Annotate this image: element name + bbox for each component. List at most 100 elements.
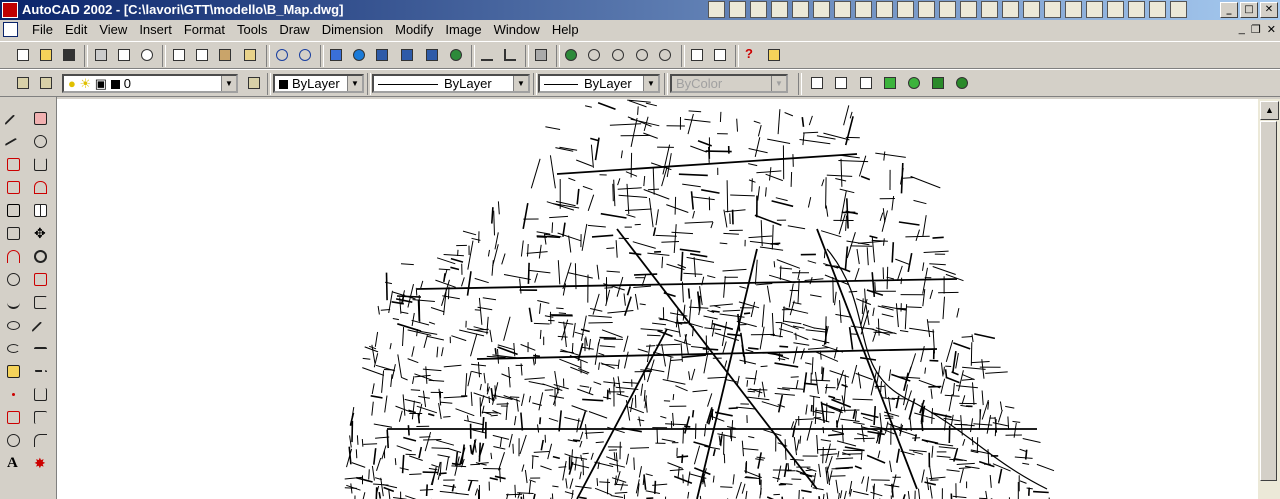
today-icon[interactable] <box>350 46 368 64</box>
polyline-icon[interactable] <box>1 153 27 176</box>
snapshot-icon[interactable] <box>423 46 441 64</box>
tray-app-icon[interactable] <box>792 1 809 18</box>
new-icon[interactable] <box>14 46 32 64</box>
hatch-icon[interactable] <box>1 406 27 429</box>
layer-manager-icon[interactable] <box>14 74 32 92</box>
scene-icon[interactable] <box>832 74 850 92</box>
chevron-down-icon[interactable]: ▼ <box>513 76 528 91</box>
doc-close-button[interactable]: ✕ <box>1267 23 1276 36</box>
vertical-scrollbar[interactable]: ▲ <box>1258 99 1280 499</box>
trim-icon[interactable] <box>28 337 54 360</box>
document-icon[interactable] <box>3 22 18 37</box>
adcenter-icon[interactable] <box>711 46 729 64</box>
tray-app-icon[interactable] <box>876 1 893 18</box>
tray-app-icon[interactable] <box>939 1 956 18</box>
tray-app-icon[interactable] <box>1149 1 1166 18</box>
print-preview-icon[interactable] <box>115 46 133 64</box>
tray-app-icon[interactable] <box>981 1 998 18</box>
zoom-realtime-icon[interactable] <box>585 46 603 64</box>
drawing-canvas[interactable] <box>57 99 1258 499</box>
tray-app-icon[interactable] <box>960 1 977 18</box>
fillet-icon[interactable] <box>28 429 54 452</box>
extensions-icon[interactable] <box>765 46 783 64</box>
layer-previous-icon[interactable] <box>245 74 263 92</box>
spline-icon[interactable] <box>1 291 27 314</box>
scroll-thumb[interactable] <box>1260 121 1277 481</box>
tool-palette-icon[interactable] <box>398 46 416 64</box>
tray-app-icon[interactable] <box>855 1 872 18</box>
rotate-icon[interactable] <box>28 245 54 268</box>
insert-block-icon[interactable] <box>1 360 27 383</box>
autocad-app-icon[interactable] <box>2 2 18 18</box>
rectangle-icon[interactable] <box>1 222 27 245</box>
arc-icon[interactable] <box>1 245 27 268</box>
tray-app-icon[interactable] <box>1002 1 1019 18</box>
sphere-icon[interactable] <box>905 74 923 92</box>
pan-icon[interactable] <box>562 46 580 64</box>
region-icon[interactable] <box>1 429 27 452</box>
offset-icon[interactable] <box>28 176 54 199</box>
tray-app-icon[interactable] <box>1170 1 1187 18</box>
ellipse-arc-icon[interactable] <box>1 337 27 360</box>
point-icon[interactable] <box>1 383 27 406</box>
stretch-icon[interactable] <box>28 291 54 314</box>
lineweight-dropdown[interactable]: ByLayer ▼ <box>538 74 660 93</box>
copy-object-icon[interactable] <box>28 130 54 153</box>
linetype-dropdown[interactable]: ByLayer ▼ <box>372 74 530 93</box>
menu-draw[interactable]: Draw <box>273 22 315 38</box>
menu-file[interactable]: File <box>26 22 59 38</box>
match-properties-icon[interactable] <box>241 46 259 64</box>
chamfer-icon[interactable] <box>28 406 54 429</box>
menu-dimension[interactable]: Dimension <box>316 22 389 38</box>
menu-image[interactable]: Image <box>439 22 487 38</box>
mirror-icon[interactable] <box>28 153 54 176</box>
erase-icon[interactable] <box>28 107 54 130</box>
tray-app-icon[interactable] <box>1086 1 1103 18</box>
menu-tools[interactable]: Tools <box>231 22 273 38</box>
doc-minimize-button[interactable]: _ <box>1239 23 1245 36</box>
design-center-icon[interactable] <box>373 46 391 64</box>
menu-insert[interactable]: Insert <box>133 22 178 38</box>
chevron-down-icon[interactable]: ▼ <box>347 76 362 91</box>
box-icon[interactable] <box>857 74 875 92</box>
tray-app-icon[interactable] <box>918 1 935 18</box>
menu-view[interactable]: View <box>93 22 133 38</box>
circle-icon[interactable] <box>1 268 27 291</box>
paste-icon[interactable] <box>216 46 234 64</box>
chevron-down-icon[interactable]: ▼ <box>221 76 236 91</box>
save-icon[interactable] <box>60 46 78 64</box>
doc-restore-button[interactable]: ❐ <box>1251 23 1261 36</box>
help-icon[interactable]: ? <box>742 46 760 64</box>
copy-icon[interactable] <box>193 46 211 64</box>
menu-window[interactable]: Window <box>488 22 546 38</box>
ucs-icon[interactable] <box>501 46 519 64</box>
tray-app-icon[interactable] <box>834 1 851 18</box>
cut-icon[interactable] <box>170 46 188 64</box>
tray-app-icon[interactable] <box>1128 1 1145 18</box>
close-button[interactable]: ✕ <box>1260 2 1278 18</box>
tray-app-icon[interactable] <box>897 1 914 18</box>
tray-app-icon[interactable] <box>1044 1 1061 18</box>
properties-icon[interactable] <box>688 46 706 64</box>
break-icon[interactable] <box>28 383 54 406</box>
redo-icon[interactable] <box>296 46 314 64</box>
distance-icon[interactable] <box>447 46 465 64</box>
lengthen-icon[interactable] <box>28 314 54 340</box>
layer-dropdown[interactable]: ● ☀ ▣ 0 ▼ <box>62 74 238 93</box>
construction-line-icon[interactable] <box>1 130 27 156</box>
explode-icon[interactable]: ✸ <box>28 452 54 475</box>
color-dropdown[interactable]: ByLayer ▼ <box>273 74 364 93</box>
named-views-icon[interactable] <box>532 46 550 64</box>
tray-app-icon[interactable] <box>750 1 767 18</box>
scale-icon[interactable] <box>28 268 54 291</box>
menu-format[interactable]: Format <box>178 22 231 38</box>
hyperlink-icon[interactable] <box>327 46 345 64</box>
tray-app-icon[interactable] <box>771 1 788 18</box>
tray-app-icon[interactable] <box>1107 1 1124 18</box>
print-icon[interactable] <box>92 46 110 64</box>
chevron-down-icon[interactable]: ▼ <box>643 76 658 91</box>
render-icon[interactable] <box>808 74 826 92</box>
move-icon[interactable]: ✥ <box>28 222 54 245</box>
open-icon[interactable] <box>37 46 55 64</box>
make-object-layer-current-icon[interactable] <box>37 74 55 92</box>
